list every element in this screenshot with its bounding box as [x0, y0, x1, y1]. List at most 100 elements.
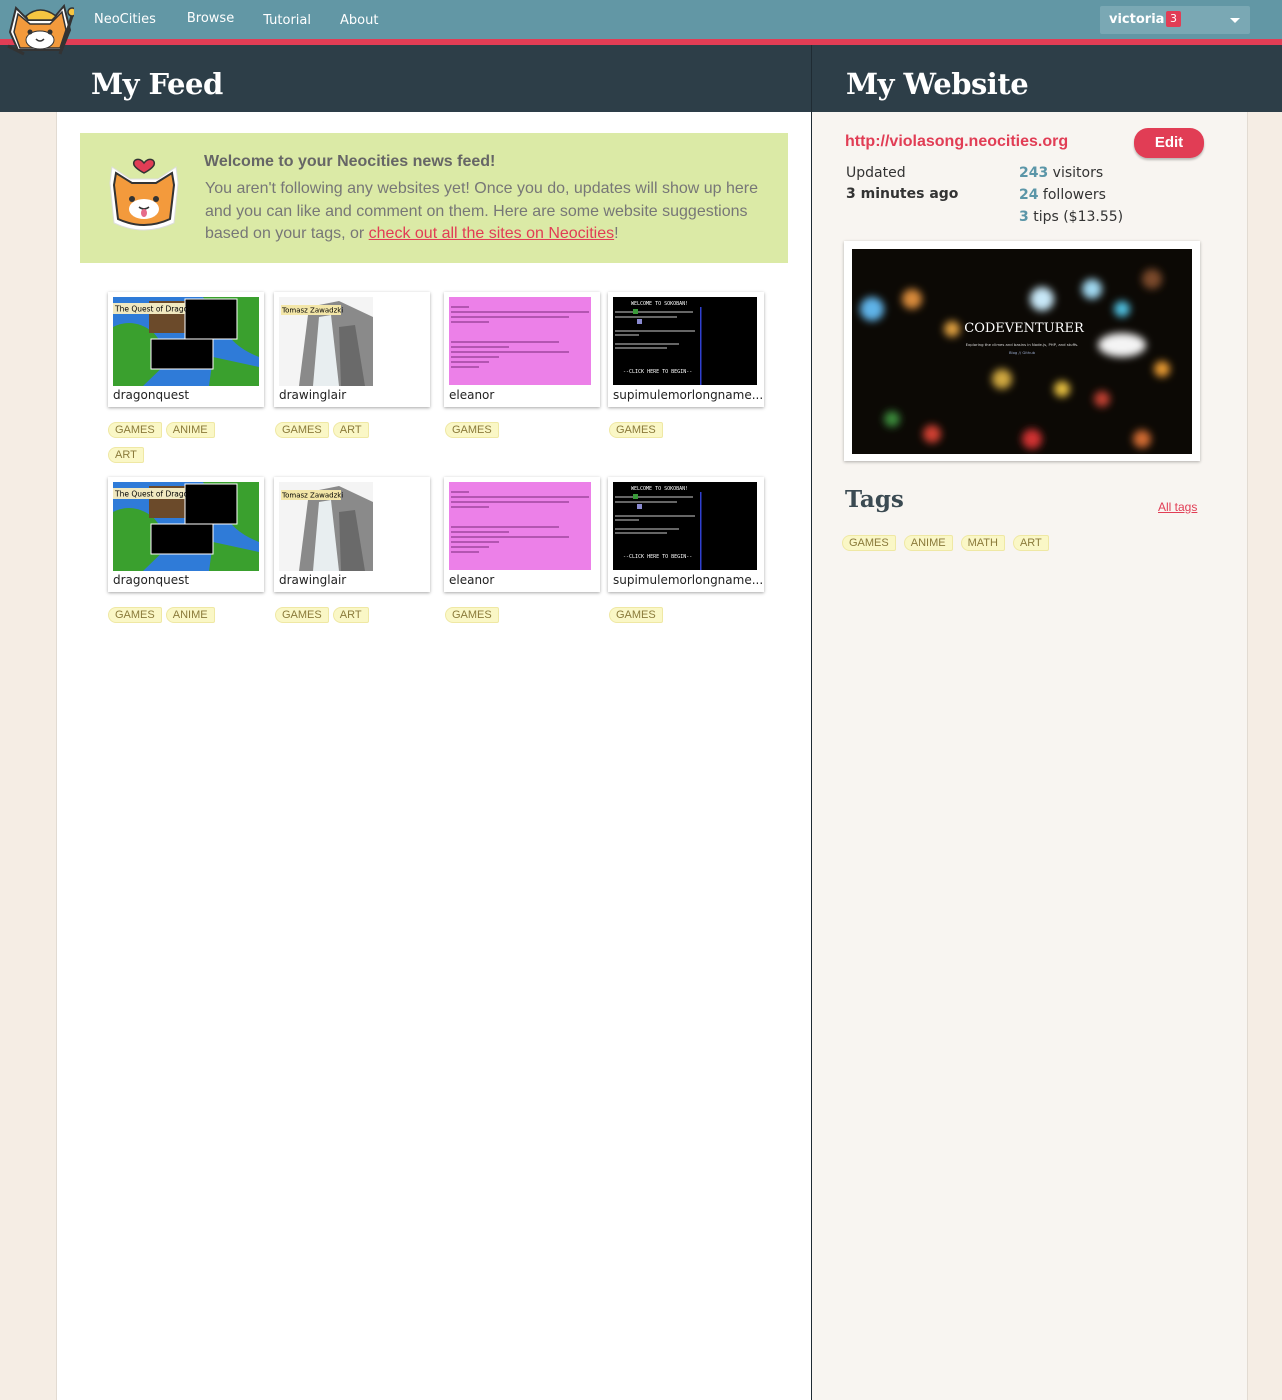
site-name: drawinglair: [279, 388, 347, 402]
tag[interactable]: GAMES: [445, 422, 499, 438]
visitors-stat: 243 visitors: [1019, 165, 1103, 181]
user-menu[interactable]: victoria 3: [1100, 6, 1250, 34]
svg-text:The Quest of Dragons: The Quest of Dragons: [114, 490, 197, 499]
svg-text:WELCOME TO SOKOBAN!: WELCOME TO SOKOBAN!: [631, 486, 688, 492]
site-tags: GAMES: [609, 418, 769, 443]
cat-mascot-icon: [109, 158, 179, 231]
welcome-text: You aren't following any websites yet! O…: [205, 178, 770, 246]
svg-text:Exploring the climes and basin: Exploring the climes and basins in Node.…: [966, 342, 1079, 347]
site-tags: GAMES: [445, 603, 605, 628]
tips-count: 3: [1019, 209, 1029, 225]
site-name: supimulemorlongname...: [613, 573, 763, 587]
tag-math[interactable]: MATH: [960, 535, 1005, 551]
site-card-drawinglair[interactable]: Tomasz Zawadzki drawinglair: [274, 477, 430, 592]
tag[interactable]: ANIME: [165, 422, 215, 438]
drawing-thumbnail: Tomasz Zawadzki: [279, 482, 425, 571]
tips-stat: 3 tips ($13.55): [1019, 209, 1123, 225]
site-card-dragonquest[interactable]: The Quest of Dragons dragonquest: [108, 477, 264, 592]
tag-anime[interactable]: ANIME: [903, 535, 953, 551]
tag[interactable]: ANIME: [165, 607, 215, 623]
svg-text:WELCOME TO SOKOBAN!: WELCOME TO SOKOBAN!: [631, 301, 688, 307]
pink-page-thumbnail: [449, 297, 591, 385]
site-card-supimulemorlongname[interactable]: WELCOME TO SOKOBAN! --CLICK HERE TO BEGI…: [608, 292, 764, 407]
site-card-eleanor[interactable]: eleanor: [444, 477, 600, 592]
tag-games[interactable]: GAMES: [842, 535, 896, 551]
nav-link-about[interactable]: About: [340, 13, 378, 28]
site-url-link[interactable]: http://violasong.neocities.org: [845, 133, 1068, 151]
welcome-box: Welcome to your Neocities news feed! You…: [80, 133, 788, 263]
site-name: drawinglair: [279, 573, 347, 587]
site-name: eleanor: [449, 573, 495, 587]
tag[interactable]: GAMES: [108, 422, 162, 438]
site-card-dragonquest[interactable]: The Quest of Dragons dragonquest: [108, 292, 264, 407]
top-navigation: NeoCities Browse Tutorial About victoria…: [0, 0, 1282, 45]
welcome-title: Welcome to your Neocities news feed!: [204, 153, 496, 170]
site-tags: GAMES ANIME: [108, 603, 268, 628]
dragon-quest-thumbnail: The Quest of Dragons: [113, 482, 259, 571]
site-screenshot[interactable]: CODEVENTURER Exploring the climes and ba…: [844, 241, 1200, 461]
site-tags: GAMES: [445, 418, 605, 443]
svg-text:Blog // Github: Blog // Github: [1009, 350, 1036, 355]
pink-page-thumbnail: [449, 482, 591, 570]
site-tags: GAMES: [609, 603, 769, 628]
followers-label: followers: [1038, 187, 1106, 203]
all-tags-link[interactable]: All tags: [1158, 500, 1197, 514]
site-tags: GAMES ART: [275, 603, 435, 628]
svg-text:The Quest of Dragons: The Quest of Dragons: [114, 305, 197, 314]
tag[interactable]: GAMES: [275, 422, 329, 438]
edit-button[interactable]: Edit: [1134, 128, 1204, 158]
visitors-count: 243: [1019, 165, 1049, 181]
sokoban-thumbnail: WELCOME TO SOKOBAN! --CLICK HERE TO BEGI…: [613, 297, 757, 385]
svg-text:CODEVENTURER: CODEVENTURER: [964, 321, 1085, 336]
sokoban-thumbnail: WELCOME TO SOKOBAN! --CLICK HERE TO BEGI…: [613, 482, 757, 570]
dragon-quest-thumbnail: The Quest of Dragons: [113, 297, 259, 386]
tag[interactable]: GAMES: [609, 607, 663, 623]
followers-count: 24: [1019, 187, 1039, 203]
site-name: supimulemorlongname...: [613, 388, 763, 402]
drawing-thumbnail: Tomasz Zawadzki: [279, 297, 425, 386]
tag[interactable]: GAMES: [445, 607, 499, 623]
my-tags: GAMES ANIME MATH ART: [842, 531, 1053, 556]
svg-text:Tomasz Zawadzki: Tomasz Zawadzki: [281, 307, 343, 315]
page-title: My Feed: [91, 67, 223, 101]
updated-label: Updated: [846, 165, 906, 181]
followers-stat[interactable]: 24 followers: [1019, 187, 1106, 203]
svg-text:--CLICK HERE TO BEGIN--: --CLICK HERE TO BEGIN--: [623, 554, 692, 560]
tag[interactable]: ART: [108, 447, 144, 463]
svg-text:--CLICK HERE TO BEGIN--: --CLICK HERE TO BEGIN--: [623, 369, 692, 375]
site-card-drawinglair[interactable]: Tomasz Zawadzki drawinglair: [274, 292, 430, 407]
neocities-logo-icon[interactable]: [6, 2, 74, 58]
site-name: dragonquest: [113, 388, 190, 402]
feed-header: My Feed: [0, 45, 811, 112]
site-card-eleanor[interactable]: eleanor: [444, 292, 600, 407]
svg-text:Tomasz Zawadzki: Tomasz Zawadzki: [281, 492, 343, 500]
site-tags: GAMES ANIME ART: [108, 418, 268, 468]
tag[interactable]: ART: [332, 422, 369, 438]
tag[interactable]: GAMES: [275, 607, 329, 623]
site-name: eleanor: [449, 388, 495, 402]
nav-links: NeoCities Browse Tutorial About: [94, 11, 407, 28]
site-card-supimulemorlongname[interactable]: WELCOME TO SOKOBAN! --CLICK HERE TO BEGI…: [608, 477, 764, 592]
tags-heading: Tags: [845, 486, 904, 513]
tag-art[interactable]: ART: [1012, 535, 1049, 551]
nav-link-browse[interactable]: Browse: [187, 11, 234, 26]
notification-badge: 3: [1166, 11, 1181, 27]
updated-value: 3 minutes ago: [846, 186, 959, 202]
nav-link-neocities[interactable]: NeoCities: [94, 12, 156, 27]
tag[interactable]: GAMES: [108, 607, 162, 623]
nav-link-tutorial[interactable]: Tutorial: [263, 13, 311, 28]
website-title: My Website: [846, 67, 1029, 101]
tag[interactable]: ART: [332, 607, 369, 623]
site-name: dragonquest: [113, 573, 190, 587]
chevron-down-icon: [1230, 18, 1240, 23]
codeventurer-screenshot: CODEVENTURER Exploring the climes and ba…: [852, 249, 1192, 454]
username: victoria: [1109, 12, 1165, 27]
site-tags: GAMES ART: [275, 418, 435, 443]
website-header: My Website: [812, 45, 1282, 112]
visitors-label: visitors: [1048, 165, 1104, 181]
tips-label: tips ($13.55): [1028, 209, 1124, 225]
browse-all-link[interactable]: check out all the sites on Neocities: [369, 225, 614, 242]
welcome-end: !: [614, 225, 619, 242]
column-divider: [811, 45, 812, 1400]
tag[interactable]: GAMES: [609, 422, 663, 438]
